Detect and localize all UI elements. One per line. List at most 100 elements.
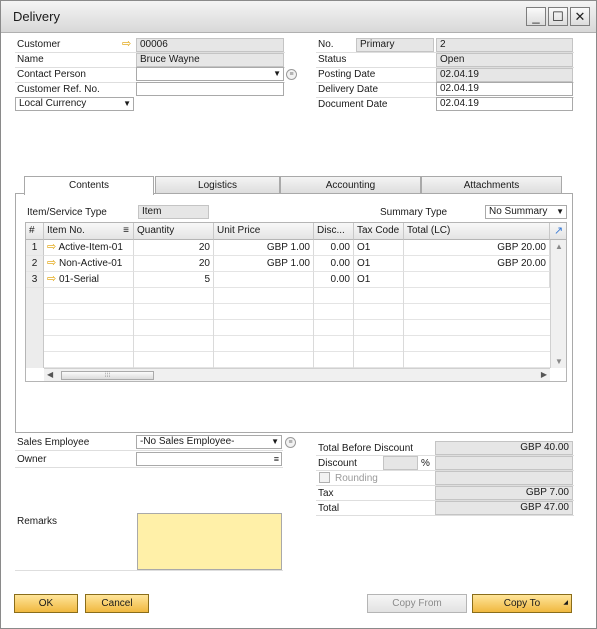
scroll-thumb[interactable]: ⁞⁞⁞ — [61, 371, 154, 380]
discount-percent-input[interactable] — [383, 456, 418, 470]
rounding-field — [435, 471, 573, 485]
link-arrow-icon[interactable]: ⇨ — [47, 241, 56, 253]
status-field: Open — [436, 53, 573, 67]
expand-icon[interactable]: ↗ — [550, 223, 566, 240]
summary-type-select[interactable]: No Summary ▼ — [485, 205, 567, 219]
table-cell-total[interactable]: GBP 20.00 — [404, 240, 550, 256]
sales-employee-select[interactable]: -No Sales Employee- ▼ — [136, 435, 282, 449]
discount-amount-field[interactable] — [435, 456, 573, 470]
row-header-filler — [26, 288, 44, 368]
customer-ref-input[interactable] — [136, 82, 284, 96]
name-label: Name — [17, 54, 44, 65]
rounding-checkbox[interactable] — [319, 472, 330, 483]
table-cell-item[interactable]: ⇨ 01-Serial — [44, 272, 134, 288]
item-no-value: 01-Serial — [59, 274, 100, 285]
customer-ref-label: Customer Ref. No. — [17, 84, 100, 95]
table-cell-quantity[interactable]: 5 — [134, 272, 214, 288]
customer-field[interactable]: 00006 — [136, 38, 284, 52]
divider — [403, 288, 404, 368]
divider — [213, 288, 214, 368]
doc-number-field[interactable]: 2 — [436, 38, 573, 52]
close-button[interactable]: ✕ — [570, 7, 590, 26]
row-number: 1 — [26, 240, 44, 256]
tab-accounting[interactable]: Accounting — [280, 176, 421, 194]
posting-date-field[interactable]: 02.04.19 — [436, 68, 573, 82]
delivery-date-input[interactable]: 02.04.19 — [436, 82, 573, 96]
copy-from-button[interactable]: Copy From — [367, 594, 467, 613]
col-header-quantity[interactable]: Quantity — [134, 223, 214, 240]
dropdown-arrow-icon: ◢ — [563, 600, 568, 606]
table-cell-unit-price[interactable] — [214, 272, 314, 288]
minimize-button[interactable]: _ — [526, 7, 546, 26]
maximize-button[interactable]: ☐ — [548, 7, 568, 26]
scroll-up-icon[interactable]: ▲ — [555, 242, 563, 251]
table-cell-tax-code[interactable]: O1 — [354, 256, 404, 272]
remarks-textarea[interactable] — [137, 513, 282, 570]
col-header-item-no-label: Item No. — [47, 225, 85, 236]
copy-to-label: Copy To — [503, 598, 541, 609]
ok-button[interactable]: OK — [14, 594, 78, 613]
item-type-field[interactable]: Item — [138, 205, 209, 219]
col-header-total[interactable]: Total (LC) — [404, 223, 550, 240]
scroll-down-icon[interactable]: ▼ — [555, 357, 563, 366]
link-arrow-icon[interactable]: ⇨ — [47, 273, 56, 285]
table-cell-total[interactable] — [404, 272, 550, 288]
link-arrow-icon[interactable]: ⇨ — [47, 257, 56, 269]
currency-value: Local Currency — [19, 98, 87, 109]
series-field[interactable]: Primary — [356, 38, 434, 52]
remarks-label: Remarks — [17, 516, 58, 527]
summary-type-value: No Summary — [489, 206, 548, 217]
copy-to-button[interactable]: Copy To ◢ — [472, 594, 572, 613]
tab-logistics[interactable]: Logistics — [155, 176, 280, 194]
list-icon: ≡ — [123, 225, 129, 236]
col-header-num[interactable]: # — [26, 223, 44, 240]
dropdown-arrow-icon: ▼ — [273, 69, 281, 78]
col-header-tax-code[interactable]: Tax Code — [354, 223, 404, 240]
item-type-label: Item/Service Type — [27, 207, 107, 218]
table-cell-item[interactable]: ⇨ Active-Item-01 — [44, 240, 134, 256]
link-arrow-icon[interactable]: ⇨ — [122, 37, 131, 50]
table-cell-item[interactable]: ⇨ Non-Active-01 — [44, 256, 134, 272]
customer-label: Customer — [17, 39, 61, 50]
window-title: Delivery — [13, 9, 60, 24]
table-cell-unit-price[interactable]: GBP 1.00 — [214, 256, 314, 272]
owner-input[interactable]: ≡ — [136, 452, 282, 466]
tab-attachments[interactable]: Attachments — [421, 176, 562, 194]
list-icon[interactable]: ≡ — [274, 453, 279, 465]
vertical-scrollbar[interactable]: ▲ ▼ — [550, 240, 566, 368]
divider — [316, 515, 574, 516]
table-cell-discount[interactable]: 0.00 — [314, 240, 354, 256]
list-icon[interactable]: ≡ — [285, 437, 296, 448]
document-date-label: Document Date — [318, 99, 388, 110]
currency-select[interactable]: Local Currency ▼ — [15, 97, 134, 111]
table-cell-quantity[interactable]: 20 — [134, 240, 214, 256]
table-cell-discount[interactable]: 0.00 — [314, 256, 354, 272]
dropdown-arrow-icon: ▼ — [271, 437, 279, 446]
status-label: Status — [318, 54, 347, 65]
col-header-unit-price[interactable]: Unit Price — [214, 223, 314, 240]
list-icon[interactable]: ≡ — [286, 69, 297, 80]
table-cell-unit-price[interactable]: GBP 1.00 — [214, 240, 314, 256]
dropdown-arrow-icon: ▼ — [123, 99, 131, 108]
table-cell-total[interactable]: GBP 20.00 — [404, 256, 550, 272]
col-header-discount[interactable]: Disc... — [314, 223, 354, 240]
scroll-left-icon[interactable]: ◀ — [47, 370, 53, 379]
contact-person-select[interactable]: ▼ — [136, 67, 284, 81]
rounding-label: Rounding — [335, 473, 378, 484]
no-label: No. — [318, 39, 334, 50]
table-cell-tax-code[interactable]: O1 — [354, 240, 404, 256]
contact-person-label: Contact Person — [17, 69, 86, 80]
scroll-right-icon[interactable]: ▶ — [541, 370, 547, 379]
table-cell-discount[interactable]: 0.00 — [314, 272, 354, 288]
document-date-input[interactable]: 02.04.19 — [436, 97, 573, 111]
summary-type-label: Summary Type — [380, 207, 448, 218]
table-cell-tax-code[interactable]: O1 — [354, 272, 404, 288]
horizontal-scrollbar[interactable]: ◀ ⁞⁞⁞ ▶ — [44, 368, 550, 381]
percent-sign: % — [421, 458, 430, 469]
total-before-discount-label: Total Before Discount — [318, 443, 414, 454]
tab-contents[interactable]: Contents — [24, 176, 154, 195]
name-field[interactable]: Bruce Wayne — [136, 53, 284, 67]
cancel-button[interactable]: Cancel — [85, 594, 149, 613]
col-header-item-no[interactable]: Item No. ≡ — [44, 223, 134, 240]
table-cell-quantity[interactable]: 20 — [134, 256, 214, 272]
